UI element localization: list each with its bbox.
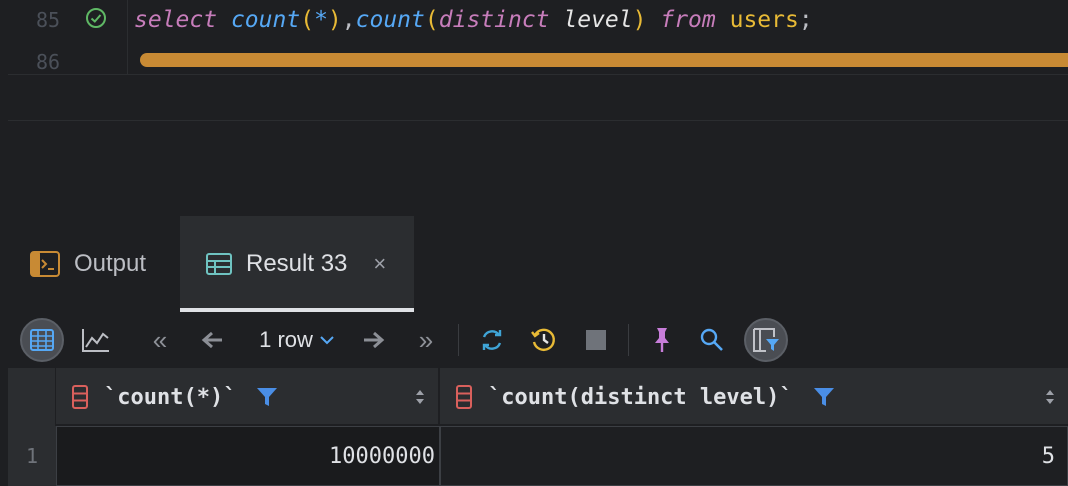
row-number: 1 — [8, 426, 56, 486]
search-button[interactable] — [692, 318, 732, 362]
semicolon: ; — [798, 7, 813, 33]
next-page-icon — [364, 331, 385, 349]
table-row[interactable]: 1 10000000 5 — [8, 426, 1068, 486]
row-count-label: 1 row — [259, 327, 313, 352]
next-page-button[interactable] — [356, 318, 392, 362]
star: * — [314, 7, 328, 33]
editor-gutter: 85 86 — [8, 0, 128, 74]
keyword-select: select — [134, 7, 218, 33]
tool-window-tabs: Output Result 33 × — [0, 216, 1068, 312]
result-grid[interactable]: `count(*)` `count(distinct level)` 1 100… — [8, 368, 1068, 486]
table-cell[interactable]: 5 — [440, 426, 1068, 486]
paren: ) — [327, 7, 342, 33]
prev-page-icon — [201, 331, 222, 349]
tab-label: Output — [74, 250, 147, 277]
first-page-icon: « — [152, 324, 168, 355]
paren: ) — [632, 7, 647, 33]
filter-icon[interactable] — [256, 386, 278, 408]
result-toolbar: « 1 row » — [0, 312, 1068, 368]
table-view-button[interactable] — [20, 318, 64, 362]
search-icon — [700, 328, 723, 351]
filter-panel-icon — [753, 328, 779, 352]
first-page-button[interactable]: « — [140, 318, 180, 362]
keyword-distinct: distinct — [438, 7, 550, 33]
tab-result[interactable]: Result 33 × — [180, 216, 414, 312]
prev-page-button[interactable] — [194, 318, 230, 362]
stop-icon — [586, 330, 606, 350]
divider — [8, 74, 1068, 75]
paren: ( — [300, 7, 315, 33]
column-icon — [456, 385, 472, 409]
sql-statement[interactable]: select count(*),count(distinct level) fr… — [134, 4, 813, 36]
table-cell[interactable]: 10000000 — [56, 426, 440, 486]
paren: ( — [424, 7, 439, 33]
column-title: `count(*)` — [104, 384, 237, 410]
pin-button[interactable] — [642, 318, 682, 362]
check-circle-icon[interactable] — [84, 6, 108, 30]
grid-header: `count(*)` `count(distinct level)` — [8, 368, 1068, 426]
table-view-icon — [30, 329, 54, 351]
line-number: 85 — [36, 8, 61, 32]
comma: , — [341, 7, 356, 33]
filter-icon[interactable] — [813, 386, 835, 408]
sort-icon[interactable] — [414, 387, 426, 407]
chart-icon — [82, 329, 109, 352]
table-icon — [206, 253, 232, 275]
column-title: `count(distinct level)` — [488, 384, 793, 410]
output-console-icon — [30, 251, 60, 277]
function-count: count — [230, 7, 301, 33]
refresh-icon — [482, 330, 502, 350]
keyword-from: from — [660, 7, 716, 33]
history-icon — [531, 328, 555, 351]
tab-label: Result 33 — [246, 250, 348, 277]
stop-button[interactable] — [576, 318, 616, 362]
history-button[interactable] — [524, 318, 564, 362]
function-count: count — [355, 7, 425, 33]
sort-icon[interactable] — [1044, 387, 1056, 407]
row-count-dropdown[interactable]: 1 row — [248, 318, 346, 362]
toolbar-separator — [628, 324, 629, 356]
chart-view-button[interactable] — [74, 318, 118, 362]
identifier-level: level — [563, 7, 633, 33]
last-page-icon: » — [418, 324, 434, 355]
row-number-header — [8, 368, 56, 426]
horizontal-scrollbar[interactable] — [140, 53, 1068, 67]
divider — [8, 120, 1068, 121]
refresh-button[interactable] — [472, 318, 512, 362]
code-editor[interactable]: 85 86 select count(*),count(distinct lev… — [0, 0, 1068, 122]
toolbar-separator — [458, 324, 459, 356]
line-number: 86 — [36, 50, 61, 74]
last-page-button[interactable]: » — [406, 318, 446, 362]
column-header[interactable]: `count(distinct level)` — [440, 368, 1068, 426]
column-header[interactable]: `count(*)` — [56, 368, 440, 426]
column-icon — [72, 385, 88, 409]
table-name: users — [729, 7, 799, 33]
tab-output[interactable]: Output — [30, 216, 146, 312]
chevron-down-icon — [320, 336, 334, 345]
filter-panel-button[interactable] — [744, 318, 788, 362]
close-icon[interactable]: × — [373, 251, 386, 277]
pin-icon — [655, 328, 669, 352]
